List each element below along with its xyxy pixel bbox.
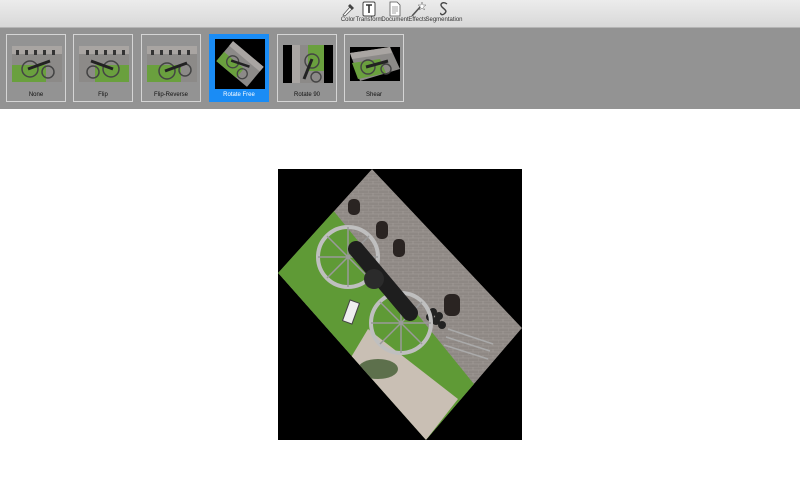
filter-label: Shear — [365, 92, 382, 98]
document-icon — [389, 1, 401, 17]
image-canvas[interactable] — [278, 169, 522, 440]
filter-label: None — [28, 92, 44, 98]
transform-icon — [362, 1, 376, 17]
rotated-cannon-photo — [278, 169, 522, 440]
transform-filter-strip: None Flip Flip-Reverse Rotate Free Rotat… — [0, 28, 800, 109]
tool-effects[interactable]: Effects — [408, 1, 427, 26]
filter-preview-image — [147, 46, 197, 82]
filter-shear[interactable]: Shear — [344, 34, 404, 102]
tool-label: Segmentation — [425, 17, 463, 23]
filter-flip[interactable]: Flip — [73, 34, 133, 102]
filter-preview-image — [79, 46, 129, 82]
magic-wand-icon — [410, 1, 427, 17]
tool-segmentation[interactable]: Segmentation — [425, 1, 463, 26]
eyedropper-icon — [342, 4, 354, 17]
tool-label: Color — [340, 17, 356, 23]
tool-label: Transform — [355, 17, 383, 23]
filter-none[interactable]: None — [6, 34, 66, 102]
filter-label: Rotate 90 — [293, 92, 321, 98]
lasso-icon — [440, 2, 448, 16]
filter-preview-image — [12, 46, 62, 82]
tool-color[interactable]: Color — [340, 1, 356, 26]
filter-preview-image — [350, 47, 400, 81]
filter-label: Flip — [98, 92, 108, 98]
filter-rotate-90[interactable]: Rotate 90 — [277, 34, 337, 102]
filter-label: Flip-Reverse — [153, 92, 188, 98]
top-toolbar: Color Transform Document Effects Segment… — [0, 0, 800, 28]
filter-preview-image — [215, 39, 265, 89]
filter-preview-image — [283, 45, 333, 83]
tool-document[interactable]: Document — [381, 1, 409, 26]
filter-flip-reverse[interactable]: Flip-Reverse — [141, 34, 201, 102]
filter-rotate-free[interactable]: Rotate Free — [209, 34, 269, 102]
tool-transform[interactable]: Transform — [355, 1, 383, 26]
filter-label: Rotate Free — [223, 92, 255, 98]
tool-label: Effects — [408, 17, 427, 23]
tool-label: Document — [381, 17, 409, 23]
